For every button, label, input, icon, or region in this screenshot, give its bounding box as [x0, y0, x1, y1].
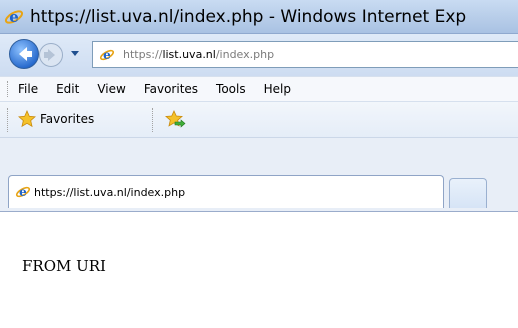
forward-arrow-icon[interactable]: [38, 42, 64, 68]
menu-tools[interactable]: Tools: [216, 82, 246, 96]
menu-items: File Edit View Favorites Tools Help: [18, 77, 309, 101]
tab-row: e https://list.uva.nl/index.php: [0, 138, 518, 212]
menu-bar: File Edit View Favorites Tools Help: [0, 76, 518, 102]
page-text: FROM URI: [22, 257, 106, 275]
menu-view[interactable]: View: [97, 82, 125, 96]
tab-active[interactable]: e https://list.uva.nl/index.php: [8, 175, 444, 208]
chevron-down-icon[interactable]: [70, 50, 80, 58]
back-arrow-icon[interactable]: [8, 38, 40, 70]
navigation-bar: e https://list.uva.nl/index.php: [0, 34, 518, 76]
menu-help[interactable]: Help: [264, 82, 291, 96]
ie-icon: e: [99, 48, 115, 62]
address-bar[interactable]: e https://list.uva.nl/index.php: [92, 41, 518, 68]
add-favorite-icon[interactable]: [164, 110, 186, 130]
toolbar-separator: [152, 108, 153, 132]
page-content: FROM URI: [0, 213, 518, 328]
new-tab-button[interactable]: [449, 178, 487, 208]
address-url[interactable]: https://list.uva.nl/index.php: [123, 48, 274, 61]
ie-icon: e: [15, 185, 31, 199]
favorites-star-icon: [18, 110, 36, 128]
address-host: list.uva.nl: [162, 48, 216, 61]
favorites-label: Favorites: [40, 112, 95, 126]
title-bar: e https://list.uva.nl/index.php - Window…: [0, 0, 518, 34]
toolbar-grip[interactable]: [7, 108, 10, 132]
ie-icon: e: [4, 8, 24, 26]
toolbar-grip[interactable]: [7, 81, 10, 97]
menu-edit[interactable]: Edit: [56, 82, 79, 96]
address-path: /index.php: [215, 48, 275, 61]
svg-text:e: e: [103, 48, 111, 62]
menu-file[interactable]: File: [18, 82, 38, 96]
svg-text:e: e: [9, 8, 19, 26]
svg-text:e: e: [19, 185, 27, 199]
favorites-button[interactable]: Favorites: [18, 110, 94, 128]
menu-favorites[interactable]: Favorites: [144, 82, 198, 96]
tab-label: https://list.uva.nl/index.php: [34, 185, 186, 199]
window-title: https://list.uva.nl/index.php - Windows …: [30, 6, 467, 27]
address-scheme: https://: [123, 48, 163, 61]
favorites-bar: Favorites: [0, 102, 518, 138]
